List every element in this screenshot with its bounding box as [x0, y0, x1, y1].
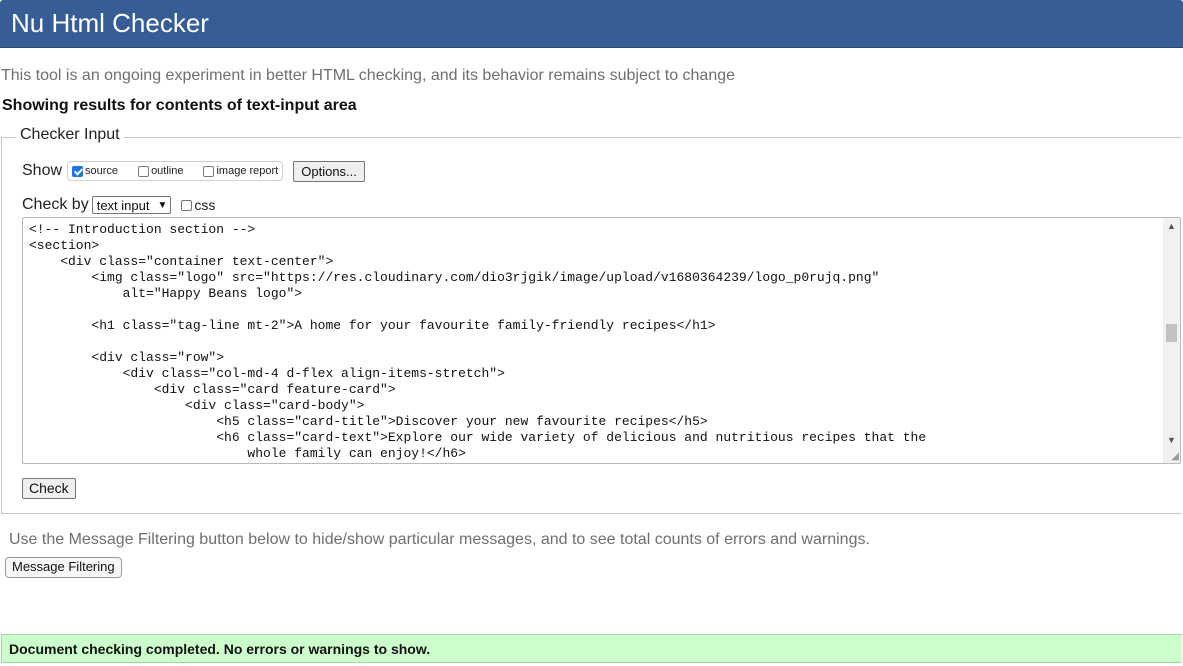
source-textarea[interactable]: <!-- Introduction section --> <section> … [22, 217, 1181, 464]
show-source-option[interactable]: source [70, 165, 118, 177]
show-row: Show source outline image report Options… [22, 160, 365, 182]
outline-checkbox[interactable] [138, 165, 150, 177]
resize-grip-icon[interactable]: ◢ [1171, 451, 1179, 462]
scroll-down-arrow-icon[interactable]: ▼ [1167, 435, 1176, 445]
result-success-banner: Document checking completed. No errors o… [1, 634, 1182, 663]
app-header: Nu Html Checker [0, 0, 1183, 48]
scroll-up-arrow-icon[interactable]: ▲ [1167, 221, 1176, 231]
css-checkbox[interactable] [181, 199, 193, 211]
show-image-report-option[interactable]: image report [201, 165, 278, 177]
message-filtering-hint: Use the Message Filtering button below t… [9, 531, 870, 548]
image-report-label: image report [216, 165, 279, 177]
scrollbar-thumb[interactable] [1166, 324, 1177, 342]
chevron-down-icon: ▼ [157, 199, 168, 211]
show-label: Show [22, 162, 63, 179]
check-button[interactable]: Check [22, 478, 76, 499]
check-by-select[interactable]: text input ▼ [91, 196, 172, 214]
check-by-label: Check by [22, 196, 89, 213]
source-checkbox[interactable] [72, 165, 84, 177]
tagline: This tool is an ongoing experiment in be… [1, 67, 736, 84]
check-by-row: Check by text input ▼ css [22, 195, 215, 215]
results-heading: Showing results for contents of text-inp… [2, 97, 357, 114]
show-options-group: source outline image report [67, 161, 284, 181]
outline-label: outline [151, 165, 184, 177]
image-report-checkbox[interactable] [203, 165, 215, 177]
check-by-selected-value: text input [96, 197, 150, 213]
css-option[interactable]: css [179, 197, 215, 213]
vertical-scrollbar[interactable]: ▲ ▼ [1163, 218, 1180, 463]
css-label: css [194, 197, 216, 213]
checker-input-legend: Checker Input [16, 126, 124, 144]
source-code-text: <!-- Introduction section --> <section> … [29, 222, 927, 461]
source-label: source [85, 165, 119, 177]
result-message: Document checking completed. No errors o… [9, 641, 431, 657]
options-button[interactable]: Options... [293, 160, 365, 182]
show-outline-option[interactable]: outline [136, 165, 183, 177]
message-filtering-button[interactable]: Message Filtering [5, 557, 122, 578]
app-title: Nu Html Checker [11, 8, 209, 38]
